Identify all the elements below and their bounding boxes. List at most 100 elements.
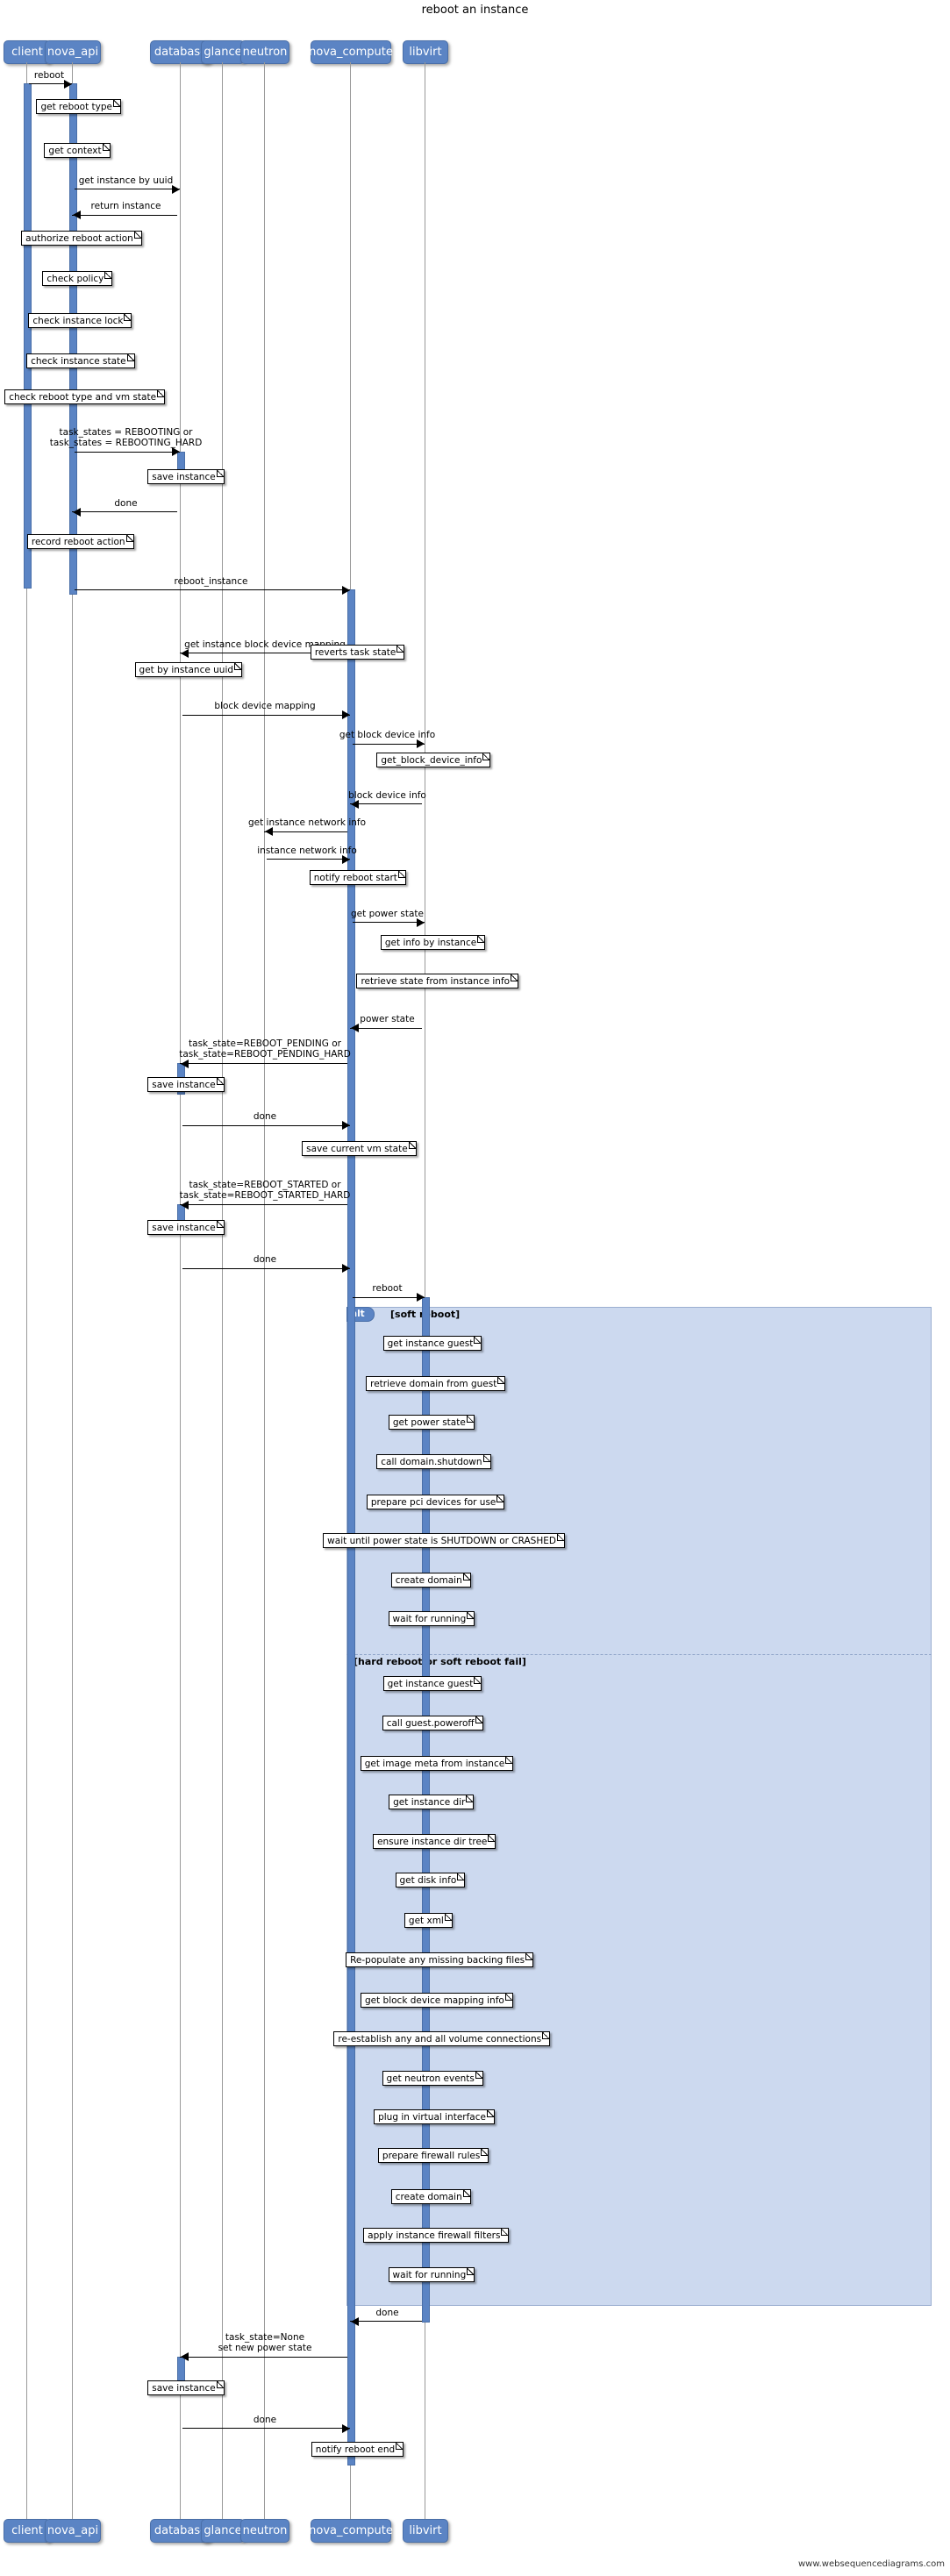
arrow-right-icon — [417, 739, 425, 749]
message-label: reboot — [34, 70, 64, 81]
note: wait for running — [388, 2266, 475, 2282]
participant-nova_compute-top: nova_compute — [309, 40, 393, 64]
arrow-left-icon — [351, 1024, 359, 1033]
message-label: task_state=None set new power state — [218, 2332, 312, 2353]
arrow-left-icon — [265, 827, 273, 837]
message-label-line: task_state=REBOOT_PENDING or — [189, 1038, 341, 1050]
arrow-right-icon — [172, 184, 180, 194]
note: get instance dir — [389, 1795, 475, 1810]
arrow-right-icon — [342, 854, 350, 864]
arrow-left-icon — [73, 507, 81, 517]
note: ensure instance dir tree — [373, 1833, 496, 1849]
message-label: task_state=REBOOT_PENDING or task_state=R… — [179, 1038, 351, 1060]
message-line — [267, 859, 350, 860]
message-label-line: reboot — [33, 69, 65, 81]
participant-glance-bottom: glance — [201, 2519, 245, 2543]
message-line — [182, 1124, 350, 1126]
message-label-line: task_state=REBOOT_STARTED_HARD — [179, 1190, 351, 1202]
message-line — [182, 2428, 350, 2430]
participant-nova_api-bottom: nova_api — [45, 2519, 101, 2543]
note: get_block_device_info — [376, 753, 491, 768]
note: wait until power state is SHUTDOWN or CR… — [323, 1533, 565, 1549]
arrow-right-icon — [417, 917, 425, 927]
note: create domain — [390, 1572, 471, 1588]
message-label-line: set new power state — [218, 2342, 312, 2353]
arrow-right-icon — [342, 1121, 350, 1131]
participant-nova_compute-bottom: nova_compute — [309, 2519, 393, 2543]
note: get block device mapping info — [360, 1992, 513, 2008]
note: get instance guest — [382, 1335, 482, 1351]
message-line — [180, 1204, 347, 1206]
message-label-line: return instance — [90, 201, 161, 212]
arrow-right-icon — [172, 447, 180, 457]
message-line — [350, 2321, 422, 2323]
message-line — [353, 743, 425, 745]
note: authorize reboot action — [21, 230, 142, 246]
message-label: get power state — [351, 909, 424, 919]
note: get xml — [404, 1913, 453, 1929]
message-line — [353, 922, 425, 924]
arrow-right-icon — [342, 710, 350, 720]
message-line — [182, 1267, 350, 1269]
message-label: reboot_instance — [175, 576, 248, 587]
arrow-right-icon — [342, 1264, 350, 1273]
note: get disk info — [395, 1872, 466, 1887]
message-label-line: task_state=None — [225, 2331, 305, 2343]
message-label-line: task_state=REBOOT_PENDING_HARD — [179, 1049, 351, 1060]
message-label: return instance — [91, 201, 161, 211]
arrow-left-icon — [351, 799, 359, 809]
message-label-line: power state — [360, 1014, 415, 1025]
arrow-left-icon — [181, 648, 189, 658]
note: notify reboot end — [311, 2442, 404, 2458]
arrow-left-icon — [73, 211, 81, 220]
message-line — [180, 1063, 347, 1065]
message-label: reboot — [372, 1283, 402, 1294]
message-label-line: block device info — [348, 789, 426, 801]
alt-branch-divider — [346, 1653, 932, 1655]
arrow-left-icon — [181, 1200, 189, 1210]
message-label-line: task_states = REBOOTING_HARD — [49, 437, 203, 448]
note: get by instance uuid — [134, 661, 243, 677]
lifeline-glance — [222, 62, 223, 2519]
message-line — [182, 714, 350, 716]
message-label-line: get block device info — [339, 730, 436, 741]
participant-client-bottom: client — [4, 2519, 51, 2543]
message-label-line: get power state — [351, 908, 424, 919]
arrow-right-icon — [342, 585, 350, 595]
message-label-line: done — [253, 1111, 277, 1123]
note: get neutron events — [382, 2070, 483, 2086]
message-line — [72, 511, 177, 513]
message-label: instance network info — [257, 846, 357, 856]
note: check policy — [42, 271, 113, 286]
note: check instance state — [26, 353, 135, 369]
note: notify reboot start — [309, 869, 406, 885]
activation-nova_api-1 — [69, 83, 77, 595]
activation-libvirt-7 — [422, 1296, 430, 2323]
alt-branch-condition-1: [hard reboot or soft reboot fail] — [354, 1655, 526, 1667]
note: get info by instance — [380, 934, 486, 950]
lifeline-neutron — [264, 62, 265, 2519]
participant-neutron-top: neutron — [240, 40, 289, 64]
participant-libvirt-bottom: libvirt — [403, 2519, 448, 2543]
note: save instance — [147, 2380, 225, 2395]
arrow-right-icon — [417, 1293, 425, 1302]
participant-libvirt-top: libvirt — [403, 40, 448, 64]
note: get power state — [388, 1415, 475, 1431]
note: prepare pci devices for use — [366, 1494, 505, 1509]
message-label-line: reboot_instance — [174, 575, 248, 587]
message-label: block device mapping — [214, 701, 315, 711]
note: record reboot action — [26, 533, 134, 549]
message-label: done — [254, 1254, 276, 1265]
participant-client-top: client — [4, 40, 51, 64]
note: get instance guest — [382, 1676, 482, 1692]
note: call domain.shutdown — [376, 1453, 491, 1469]
arrow-left-icon — [181, 2352, 189, 2362]
message-label: get instance network info — [248, 817, 366, 828]
note: apply instance firewall filters — [363, 2228, 510, 2244]
note: retrieve domain from guest — [366, 1375, 506, 1391]
message-label-line: done — [114, 497, 138, 509]
message-label-line: task_state=REBOOT_STARTED or — [189, 1180, 341, 1191]
diagram-title: reboot an instance — [421, 4, 529, 17]
message-line — [350, 803, 422, 805]
note: create domain — [390, 2188, 471, 2204]
